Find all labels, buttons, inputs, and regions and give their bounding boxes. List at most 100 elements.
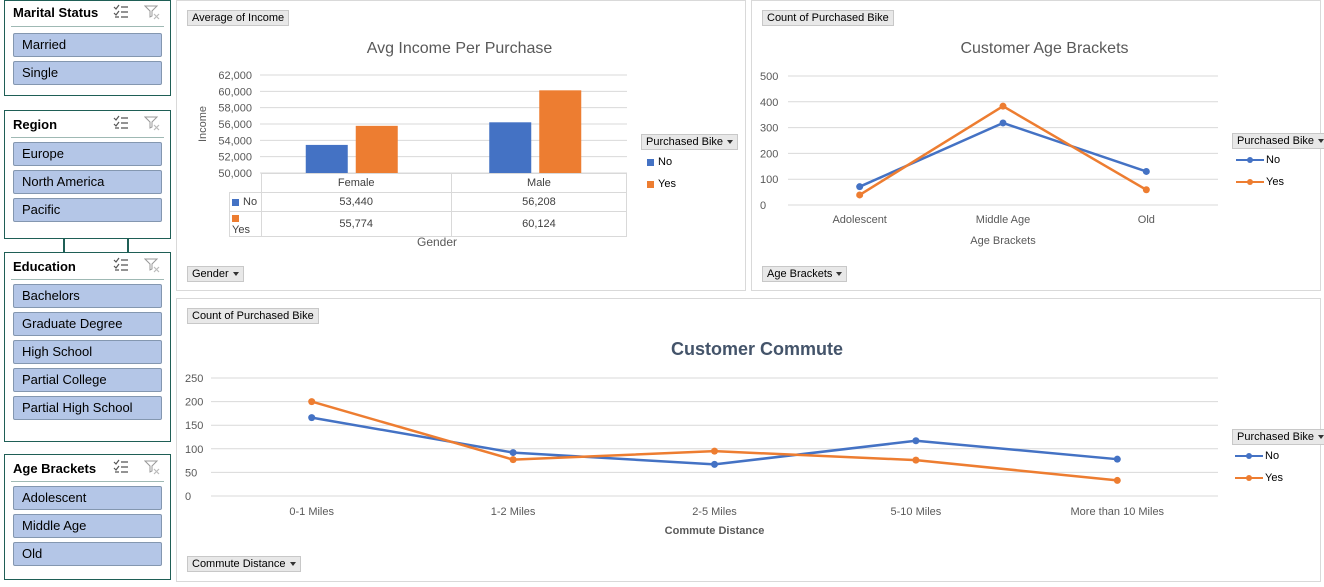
data-table-row-label: Yes	[232, 224, 250, 236]
y-axis-label: Income	[197, 106, 209, 142]
slicer-item-middle-age[interactable]: Middle Age	[13, 514, 162, 538]
slicer-item-bachelors[interactable]: Bachelors	[13, 284, 162, 308]
data-table-cell: 55,774	[260, 211, 452, 237]
x-tick-label: Old	[1138, 214, 1155, 226]
slicer-item-partial-high-school[interactable]: Partial High School	[13, 396, 162, 420]
slicer-title: Age Brackets	[13, 461, 97, 476]
axis-field-button[interactable]: Age Brackets	[762, 266, 848, 282]
age-chart-panel: Count of Purchased Bike Customer Age Bra…	[751, 0, 1324, 291]
y-tick-label: 56,000	[218, 119, 252, 131]
slicer-title: Marital Status	[13, 5, 99, 20]
data-table-row-label: No	[243, 196, 258, 208]
x-axis-label: Gender	[416, 235, 458, 249]
data-point-no	[711, 460, 718, 468]
y-tick-label: 0	[760, 200, 766, 212]
x-tick-label: 0-1 Miles	[289, 506, 334, 518]
multi-select-icon[interactable]	[113, 257, 129, 273]
legend-field-button[interactable]: Purchased Bike	[1232, 429, 1324, 445]
slicer-item-pacific[interactable]: Pacific	[13, 198, 162, 222]
clear-filter-icon[interactable]	[144, 257, 160, 273]
data-point-no	[1142, 167, 1150, 175]
y-tick-label: 150	[185, 420, 203, 432]
y-tick-label: 54,000	[218, 135, 252, 147]
axis-field-button[interactable]: Commute Distance	[187, 556, 301, 572]
data-point-no	[912, 437, 920, 445]
data-point-no	[509, 449, 517, 457]
y-tick-label: 200	[185, 397, 203, 409]
legend-field-button[interactable]: Purchased Bike	[1232, 133, 1324, 149]
y-tick-label: 400	[760, 97, 778, 109]
data-point-no	[1113, 455, 1121, 463]
y-tick-label: 250	[185, 373, 203, 385]
y-tick-label: 300	[760, 123, 778, 135]
clear-filter-icon[interactable]	[144, 4, 160, 20]
x-tick-label: 2-5 Miles	[692, 506, 737, 518]
slicer-item-old[interactable]: Old	[13, 542, 162, 566]
data-table: Female Male No 53,440 56,208 Yes 55,774 …	[229, 173, 628, 237]
y-tick-label: 62,000	[218, 70, 252, 82]
legend-item-yes: Yes	[1235, 472, 1283, 484]
x-tick-label: 1-2 Miles	[491, 506, 536, 518]
y-tick-label: 50	[185, 467, 197, 479]
slicer-item-graduate-degree[interactable]: Graduate Degree	[13, 312, 162, 336]
multi-select-icon[interactable]	[113, 115, 129, 131]
x-tick-label: Adolescent	[832, 214, 886, 226]
legend-item-no: No	[1235, 450, 1279, 462]
slicer-item-high-school[interactable]: High School	[13, 340, 162, 364]
data-point-yes	[308, 398, 316, 406]
data-table-cell: 60,124	[450, 211, 628, 237]
bar-no	[489, 122, 532, 173]
commute-line-chart: 0 50 100 150 200 250 0-1 Miles 1-2 Miles 2-5 Mil…	[185, 373, 1218, 537]
y-tick-label: 100	[760, 174, 778, 186]
y-tick-label: 58,000	[218, 103, 252, 115]
slicer-age-brackets: Age Brackets Adolescent Middle Age Old	[4, 454, 171, 580]
slicer-connector	[127, 239, 129, 252]
clear-filter-icon[interactable]	[144, 115, 160, 131]
data-table-header: Male	[450, 173, 628, 193]
legend-field-button[interactable]: Purchased Bike	[641, 134, 739, 150]
slicer-connector	[63, 239, 65, 252]
data-point-no	[999, 119, 1007, 127]
x-tick-label: Middle Age	[976, 214, 1030, 226]
legend-item-yes: Yes	[647, 178, 676, 190]
slicer-item-europe[interactable]: Europe	[13, 142, 162, 166]
data-point-yes	[1142, 186, 1150, 194]
slicer-item-partial-college[interactable]: Partial College	[13, 368, 162, 392]
y-tick-label: 60,000	[218, 86, 252, 98]
series-line-no	[859, 121, 1147, 188]
x-tick-label: More than 10 Miles	[1071, 506, 1165, 518]
data-point-yes	[509, 456, 517, 464]
slicer-item-single[interactable]: Single	[13, 61, 162, 85]
bar-yes	[355, 125, 398, 173]
slicer-item-adolescent[interactable]: Adolescent	[13, 486, 162, 510]
axis-field-button[interactable]: Gender	[187, 266, 244, 282]
slicer-item-north-america[interactable]: North America	[13, 170, 162, 194]
legend-item-no: No	[647, 156, 672, 168]
data-point-yes	[1113, 476, 1121, 484]
x-tick-label: 5-10 Miles	[891, 506, 942, 518]
data-point-yes	[999, 102, 1007, 110]
slicer-title: Education	[13, 259, 76, 274]
x-axis-label: Age Brackets	[970, 235, 1036, 247]
multi-select-icon[interactable]	[113, 4, 129, 20]
data-table-cell: 56,208	[450, 192, 628, 212]
legend-swatch-yes	[232, 214, 239, 222]
bar-no	[305, 144, 348, 173]
data-point-yes	[856, 191, 864, 199]
multi-select-icon[interactable]	[113, 459, 129, 475]
data-table-header: Female	[260, 173, 452, 193]
clear-filter-icon[interactable]	[144, 459, 160, 475]
bar-yes	[539, 90, 582, 173]
slicer-item-married[interactable]: Married	[13, 33, 162, 57]
legend-item-no: No	[1236, 154, 1280, 166]
slicer-region: Region Europe North America Pacific	[4, 110, 171, 239]
data-point-no	[308, 414, 316, 422]
data-table-cell: 53,440	[260, 192, 452, 212]
commute-chart-panel: Count of Purchased Bike Customer Commute…	[176, 298, 1324, 582]
slicer-education: Education Bachelors Graduate Degree High…	[4, 252, 171, 442]
data-point-yes	[912, 456, 920, 464]
series-line-yes	[311, 400, 1118, 482]
series-line-no	[311, 416, 1118, 466]
data-point-yes	[711, 447, 718, 455]
y-tick-label: 200	[760, 148, 778, 160]
